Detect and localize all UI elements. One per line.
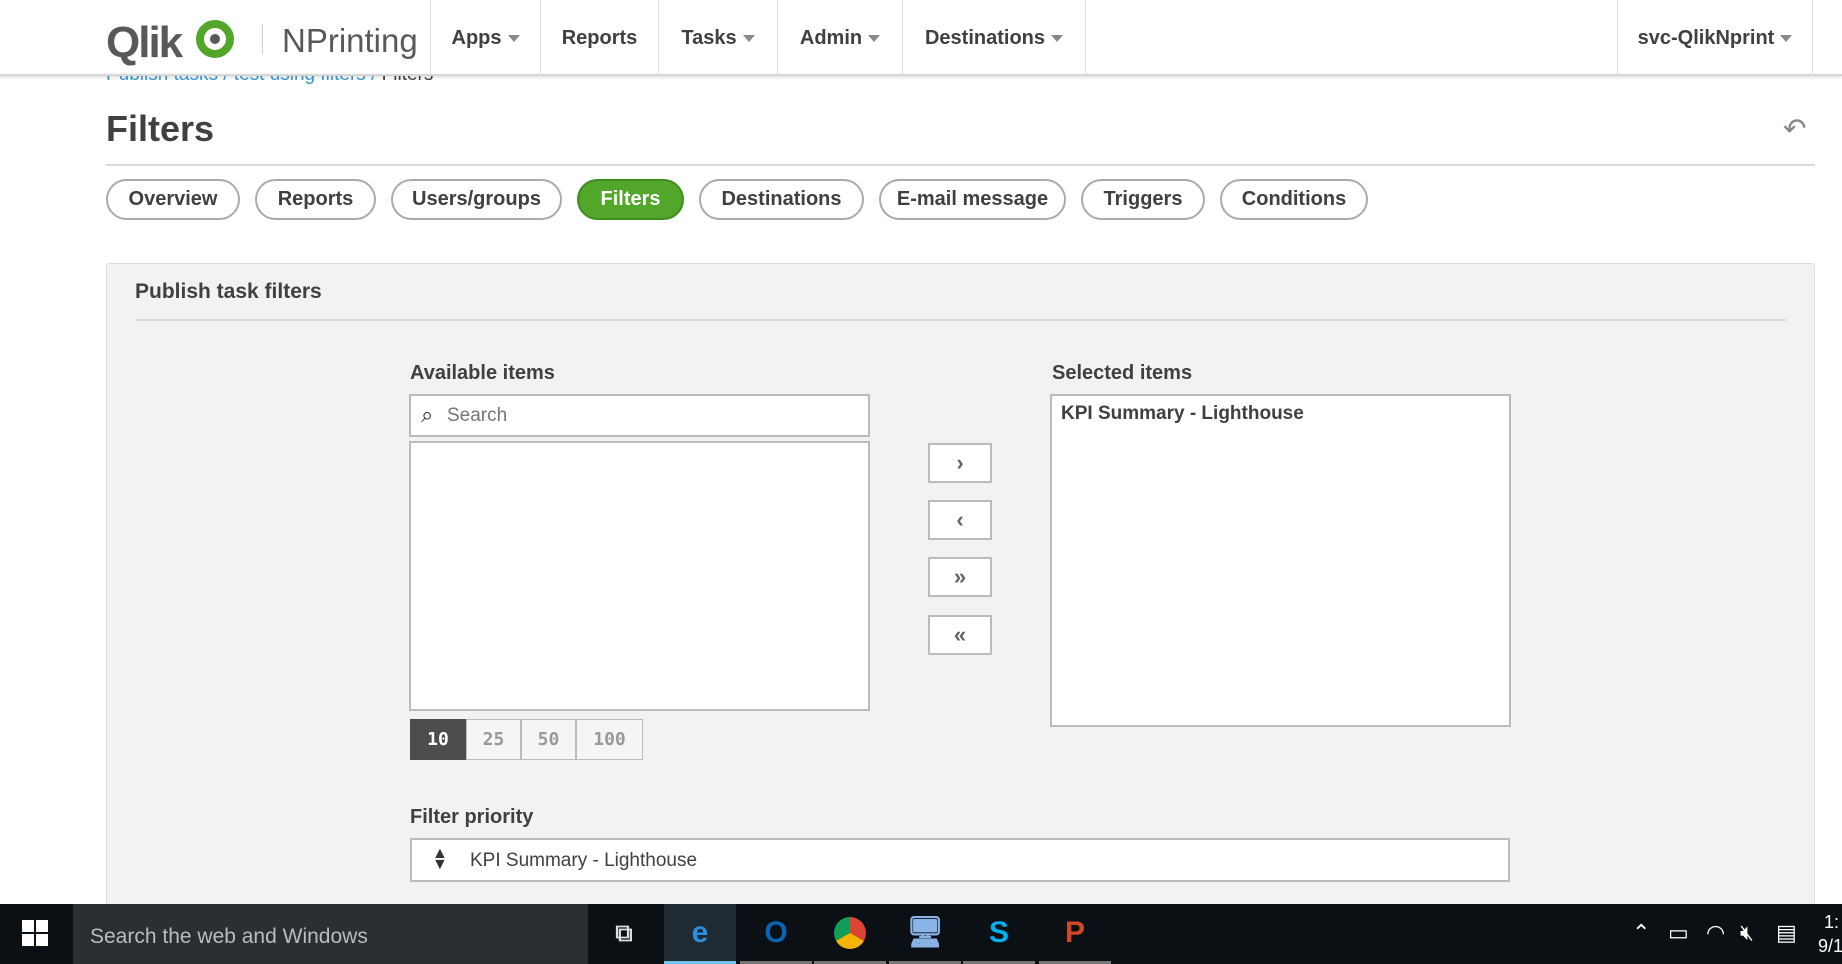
tab-filters[interactable]: Filters: [577, 179, 684, 220]
double-chevron-left-icon: «: [953, 622, 967, 647]
caret-down-icon: [507, 34, 520, 42]
search-icon: ⌕: [421, 402, 434, 427]
move-left-button[interactable]: ‹: [928, 500, 992, 540]
selected-items-label: Selected items: [1052, 362, 1193, 384]
windows-start-icon[interactable]: [22, 920, 48, 946]
qlik-logo-icon: [196, 20, 234, 58]
nav-reports[interactable]: Reports: [540, 0, 658, 76]
drag-handle-icon[interactable]: ▲ ▼: [432, 846, 448, 873]
tab-email-message[interactable]: E-mail message: [879, 179, 1066, 220]
nav-destinations[interactable]: Destinations: [902, 0, 1086, 76]
remote-desktop-icon[interactable]: 🖥: [889, 904, 961, 964]
tab-triggers[interactable]: Triggers: [1081, 179, 1205, 220]
qlik-logo[interactable]: Qlik: [106, 18, 183, 68]
top-header: Qlik NPrinting Apps Reports Tasks Admin …: [0, 0, 1842, 76]
task-view-icon[interactable]: ⧉: [588, 904, 660, 964]
battery-icon[interactable]: ▭: [1668, 920, 1689, 946]
caret-down-icon: [868, 34, 881, 42]
divider: [262, 24, 263, 54]
wifi-icon[interactable]: ◠: [1706, 920, 1725, 946]
outlook-icon[interactable]: O: [740, 904, 812, 964]
list-item[interactable]: KPI Summary - Lighthouse: [1052, 396, 1509, 432]
user-menu[interactable]: svc-QlikNprint: [1617, 0, 1813, 76]
nav-tasks[interactable]: Tasks: [658, 0, 777, 76]
skype-icon[interactable]: S: [963, 904, 1035, 964]
selected-items-list[interactable]: KPI Summary - Lighthouse: [1050, 394, 1511, 727]
chevron-right-icon: ›: [956, 450, 964, 475]
move-all-right-button[interactable]: »: [928, 557, 992, 597]
show-hidden-icons-chevron-icon[interactable]: ⌃: [1632, 920, 1650, 946]
taskbar-search[interactable]: Search the web and Windows: [73, 904, 588, 964]
move-all-left-button[interactable]: «: [928, 615, 992, 655]
powerpoint-icon[interactable]: P: [1039, 904, 1111, 964]
search-input[interactable]: [447, 402, 857, 430]
back-arrow-icon[interactable]: ↶: [1783, 112, 1806, 145]
chrome-icon[interactable]: [814, 904, 886, 964]
list-item[interactable]: KPI Summary - Lighthouse: [470, 850, 697, 872]
caret-down-icon: [1780, 34, 1793, 42]
page-size-100[interactable]: 100: [576, 719, 643, 760]
action-center-icon[interactable]: ▤: [1776, 920, 1797, 946]
caret-down-icon: [1051, 34, 1064, 42]
page-title: Filters: [106, 108, 215, 149]
page-size-25[interactable]: 25: [466, 719, 521, 760]
search-field[interactable]: ⌕: [409, 394, 870, 437]
tab-conditions[interactable]: Conditions: [1220, 179, 1368, 220]
panel-title: Publish task filters: [135, 280, 322, 303]
page-size-50[interactable]: 50: [521, 719, 576, 760]
move-right-button[interactable]: ›: [928, 443, 992, 483]
edge-icon[interactable]: e: [664, 904, 736, 964]
nav-admin[interactable]: Admin: [777, 0, 902, 76]
double-chevron-right-icon: »: [953, 564, 967, 589]
available-items-label: Available items: [410, 362, 555, 384]
divider: [106, 164, 1815, 166]
filter-priority-label: Filter priority: [410, 806, 534, 828]
clock[interactable]: 1: 9/1: [1818, 910, 1842, 958]
caret-down-icon: [742, 34, 755, 42]
page-size-10[interactable]: 10: [410, 719, 466, 760]
tab-overview[interactable]: Overview: [106, 179, 240, 220]
divider: [135, 319, 1786, 321]
product-name: NPrinting: [282, 22, 418, 59]
tab-reports[interactable]: Reports: [255, 179, 376, 220]
tab-users-groups[interactable]: Users/groups: [391, 179, 562, 220]
volume-muted-icon[interactable]: 🔇︎: [1740, 920, 1754, 946]
chevron-left-icon: ‹: [956, 507, 964, 532]
tab-destinations[interactable]: Destinations: [699, 179, 864, 220]
nav-apps[interactable]: Apps: [430, 0, 540, 76]
filter-priority-list: ▲ ▼ KPI Summary - Lighthouse: [410, 838, 1510, 882]
available-items-list[interactable]: [409, 441, 870, 711]
